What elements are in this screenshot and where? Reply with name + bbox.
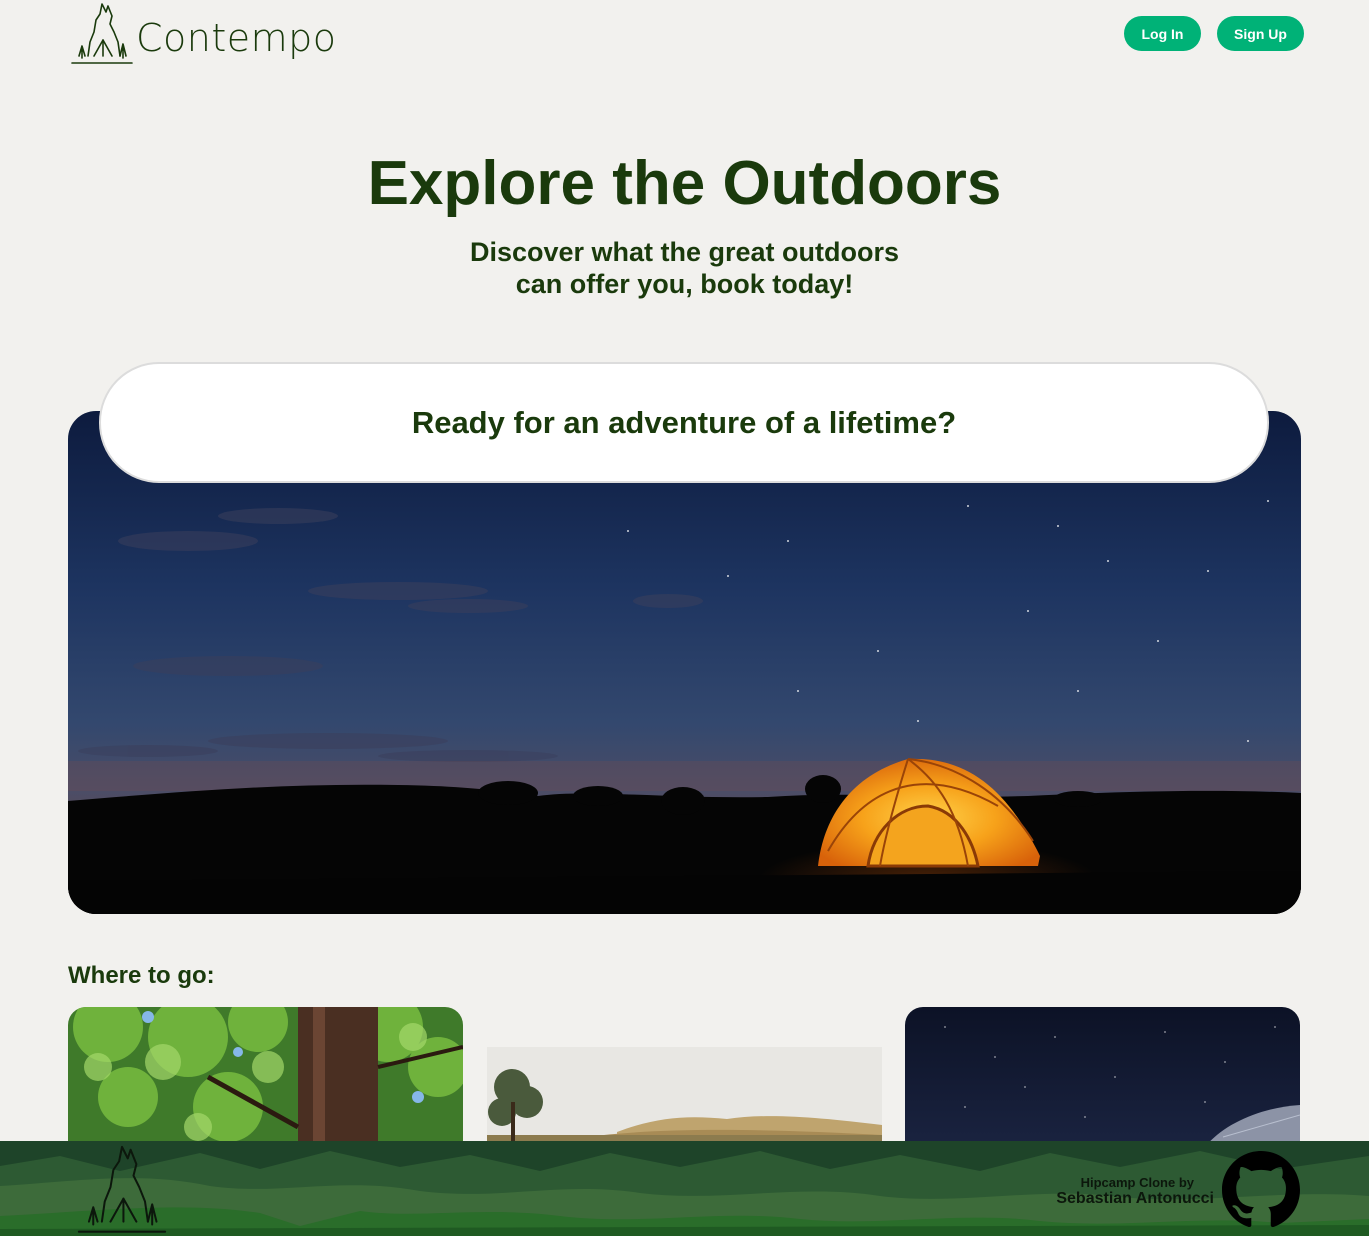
page: Contempo Log In Sign Up Explore the Outd… (0, 0, 1369, 1236)
hero-subtitle-line-1: Discover what the great outdoors (469, 237, 900, 267)
destination-card-night[interactable] (905, 1007, 1300, 1147)
login-button[interactable]: Log In (1124, 16, 1201, 51)
wolf-tent-logo-icon (71, 3, 133, 64)
page-title: Explore the Outdoors (367, 149, 1002, 218)
brand-name: Contempo (136, 16, 337, 60)
signup-button[interactable]: Sign Up (1217, 16, 1304, 51)
github-icon[interactable] (1222, 1151, 1300, 1229)
footer-logo-icon[interactable] (76, 1144, 168, 1236)
adventure-banner: Ready for an adventure of a lifetime? (99, 362, 1269, 483)
footer-credit: Hipcamp Clone by Sebastian Antonucci (1056, 1175, 1214, 1207)
hero-subtitle: Discover what the great outdoors can off… (0, 236, 1369, 300)
credit-line-1: Hipcamp Clone by (1080, 1175, 1194, 1190)
footer: Hipcamp Clone by Sebastian Antonucci (0, 1141, 1369, 1236)
where-to-go-heading: Where to go: (68, 962, 215, 989)
destination-card-hills[interactable] (487, 1007, 882, 1147)
credit-author: Sebastian Antonucci (1056, 1190, 1214, 1207)
hero-subtitle-line-2: can offer you, book today! (515, 269, 854, 299)
hero-tent-image (68, 411, 1301, 914)
destination-card-forest[interactable] (68, 1007, 463, 1147)
brand-logo[interactable]: Contempo (70, 2, 337, 66)
